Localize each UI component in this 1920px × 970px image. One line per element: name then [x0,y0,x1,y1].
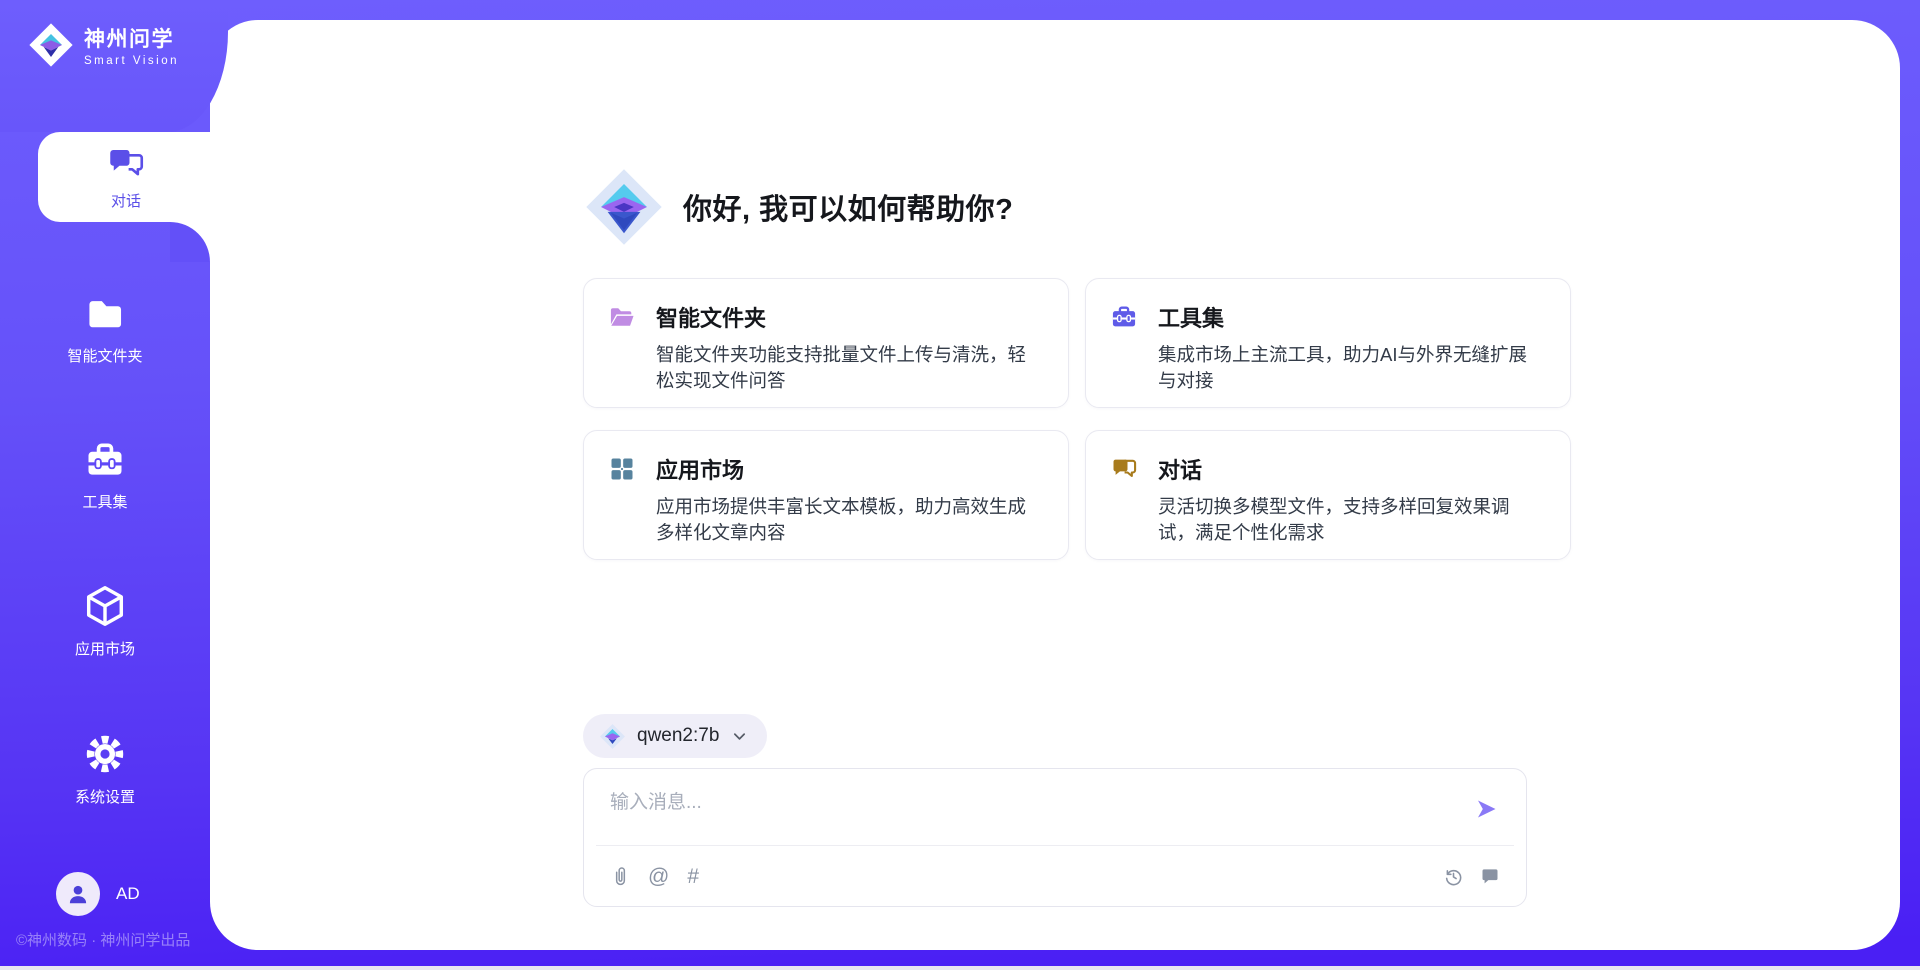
app-logo-icon [28,22,74,68]
grid-icon [608,455,636,483]
briefcase-icon [83,438,127,482]
card-toolset[interactable]: 工具集 集成市场上主流工具，助力AI与外界无缝扩展与对接 [1085,278,1571,408]
model-name: qwen2:7b [637,725,719,747]
card-description: 应用市场提供丰富长文本模板，助力高效生成多样化文章内容 [656,494,1042,547]
card-title: 对话 [1158,453,1202,485]
card-chat[interactable]: 对话 灵活切换多模型文件，支持多样回复效果调试，满足个性化需求 [1085,430,1571,560]
app-subtitle: Smart Vision [84,55,179,67]
message-input[interactable] [584,769,1526,845]
card-title: 工具集 [1158,301,1224,333]
user-profile[interactable]: AD [56,872,140,916]
card-smart-folder[interactable]: 智能文件夹 智能文件夹功能支持批量文件上传与清洗，轻松实现文件问答 [583,278,1069,408]
composer-toolbar: @ # [584,846,1526,906]
model-diamond-icon [599,723,626,750]
message-composer: @ # [583,768,1527,907]
logo-block: 神州问学 Smart Vision [0,0,228,132]
main-panel: 你好, 我可以如何帮助你? 智能文件夹 智能文件夹功能支持批量文件上传与清洗，轻… [210,20,1900,950]
sidebar-item-app-market[interactable]: 应用市场 [0,583,210,659]
feature-cards: 智能文件夹 智能文件夹功能支持批量文件上传与清洗，轻松实现文件问答 [583,278,1527,560]
person-icon [65,881,91,907]
sidebar-item-toolset[interactable]: 工具集 [0,438,210,512]
feedback-icon[interactable] [1480,866,1500,886]
card-description: 集成市场上主流工具，助力AI与外界无缝扩展与对接 [1158,342,1544,395]
diamond-logo-icon [583,166,665,248]
folder-icon [83,292,127,336]
sidebar-item-chat[interactable]: 对话 [38,132,214,222]
model-selector-row: qwen2:7b [583,714,1527,758]
topic-icon[interactable]: # [687,866,699,887]
card-title: 智能文件夹 [656,301,766,333]
folder-open-icon [608,303,636,331]
model-selector[interactable]: qwen2:7b [583,714,767,758]
avatar [56,872,100,916]
mention-icon[interactable]: @ [648,866,669,887]
sidebar-item-settings[interactable]: 系统设置 [0,731,210,807]
sidebar-item-label: 智能文件夹 [67,345,142,366]
attachment-icon[interactable] [610,865,630,887]
sidebar-footer: ©神州数码 · 神州问学出品 [16,929,190,950]
history-icon[interactable] [1443,866,1464,887]
sidebar-item-label: 工具集 [82,491,127,512]
greeting-text: 你好, 我可以如何帮助你? [683,186,1013,228]
cube-icon [82,583,128,629]
sidebar-item-label: 对话 [111,190,141,211]
send-icon[interactable] [1474,797,1498,826]
card-title: 应用市场 [656,453,744,485]
greeting-section: 你好, 我可以如何帮助你? [583,166,1527,248]
card-app-market[interactable]: 应用市场 应用市场提供丰富长文本模板，助力高效生成多样化文章内容 [583,430,1069,560]
card-description: 灵活切换多模型文件，支持多样回复效果调试，满足个性化需求 [1158,494,1544,547]
chevron-down-icon [732,729,747,744]
toolbox-icon [1110,303,1138,331]
chat-bubbles-icon [1110,455,1138,483]
card-description: 智能文件夹功能支持批量文件上传与清洗，轻松实现文件问答 [656,342,1042,395]
sidebar-item-label: 应用市场 [75,638,135,659]
sidebar-item-label: 系统设置 [75,786,135,807]
gear-icon [82,731,128,777]
user-initials: AD [116,884,140,904]
app-title: 神州问学 [84,23,179,53]
chat-icon [105,144,147,184]
sidebar-item-smart-folder[interactable]: 智能文件夹 [0,292,210,366]
tab-fillet [170,222,210,262]
bottom-strip [0,966,1920,970]
